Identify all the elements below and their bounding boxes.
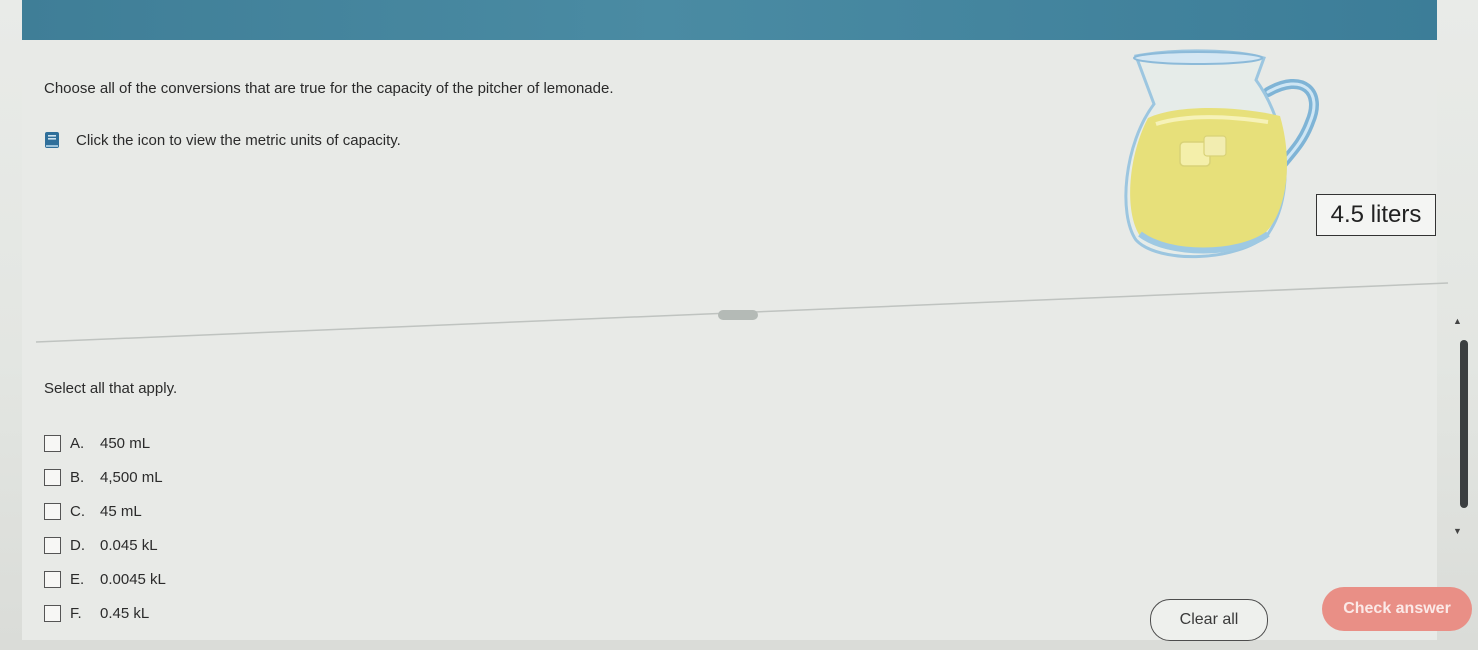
checkbox[interactable]	[44, 434, 61, 452]
hint-row: Click the icon to view the metric units …	[44, 131, 401, 149]
question-prompt: Choose all of the conversions that are t…	[44, 80, 614, 97]
checkbox[interactable]	[44, 536, 61, 554]
option-letter: F.	[70, 604, 82, 622]
checkbox[interactable]	[44, 502, 61, 520]
option-f[interactable]: F. 0.45 kL	[44, 596, 166, 630]
option-text: 450 mL	[100, 434, 151, 452]
option-letter: A.	[70, 434, 85, 452]
triangle-down-icon[interactable]: ▼	[1453, 526, 1462, 536]
scroll-thumb[interactable]	[1460, 340, 1468, 508]
option-c[interactable]: C. 45 mL	[44, 494, 166, 528]
checkbox[interactable]	[44, 570, 61, 588]
clear-all-button[interactable]: Clear all	[1150, 599, 1268, 641]
book-icon[interactable]	[44, 131, 60, 149]
capacity-label: 4.5 liters	[1316, 194, 1436, 236]
option-letter: B.	[70, 468, 85, 486]
option-text: 4,500 mL	[100, 468, 163, 486]
option-e[interactable]: E. 0.0045 kL	[44, 562, 166, 596]
option-letter: C.	[70, 502, 85, 520]
lemonade-pitcher-image	[1118, 44, 1448, 274]
option-text: 0.45 kL	[100, 604, 150, 622]
checkbox[interactable]	[44, 468, 61, 486]
triangle-up-icon[interactable]: ▲	[1453, 316, 1462, 326]
hint-text: Click the icon to view the metric units …	[76, 131, 401, 149]
answer-options: A. 450 mL B. 4,500 mL C. 45 mL D. 0.045 …	[44, 426, 166, 630]
option-text: 45 mL	[100, 502, 142, 520]
scrollbar[interactable]: ▲ ▼	[1450, 316, 1474, 542]
check-answer-button[interactable]: Check answer	[1322, 587, 1472, 631]
option-a[interactable]: A. 450 mL	[44, 426, 166, 460]
option-text: 0.0045 kL	[100, 570, 166, 588]
drag-handle[interactable]	[718, 310, 758, 320]
select-instruction: Select all that apply.	[44, 380, 178, 397]
option-b[interactable]: B. 4,500 mL	[44, 460, 166, 494]
option-letter: E.	[70, 570, 85, 588]
screen: Choose all of the conversions that are t…	[0, 0, 1478, 650]
option-d[interactable]: D. 0.045 kL	[44, 528, 166, 562]
option-letter: D.	[70, 536, 85, 554]
checkbox[interactable]	[44, 604, 61, 622]
option-text: 0.045 kL	[100, 536, 158, 554]
